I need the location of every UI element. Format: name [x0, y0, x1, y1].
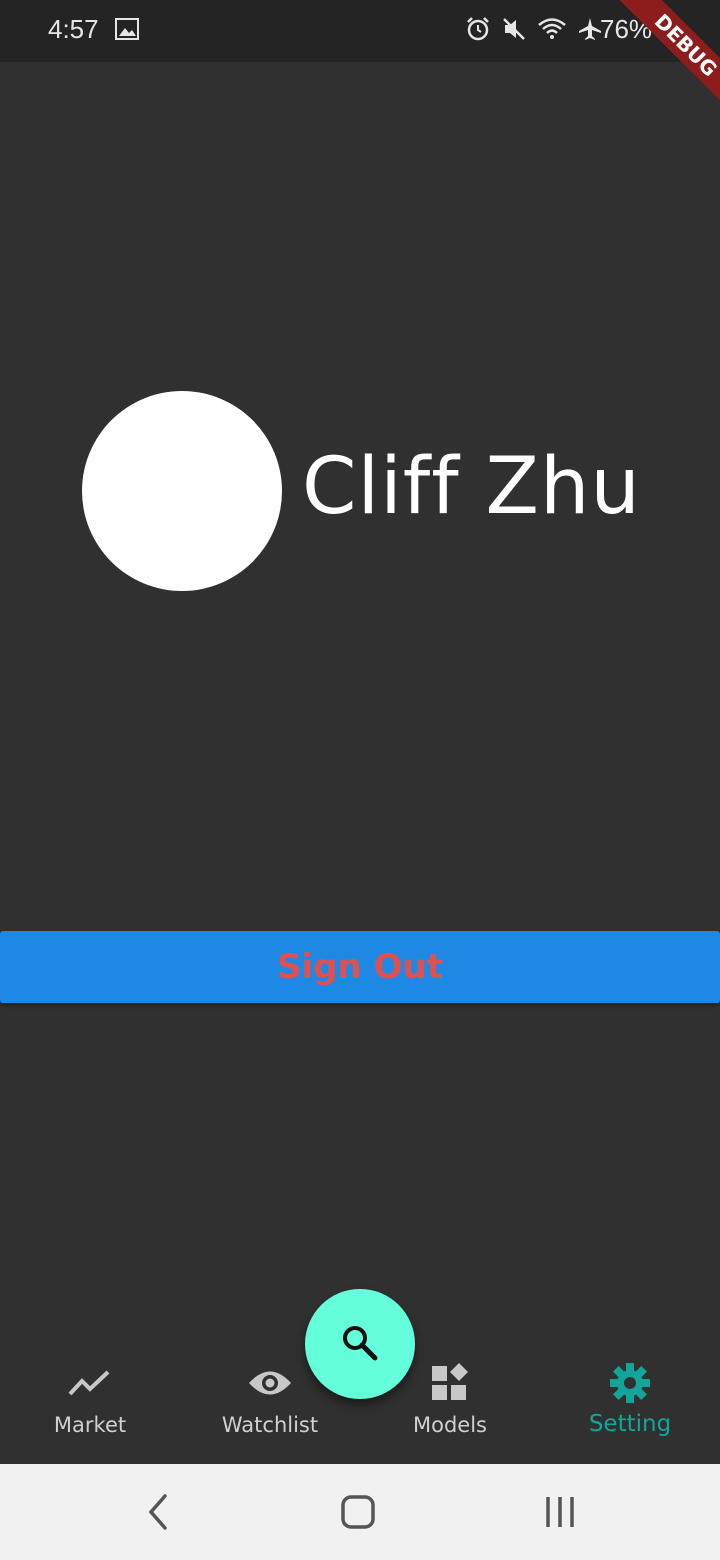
- avatar: [82, 391, 282, 591]
- recents-icon[interactable]: [540, 1492, 580, 1536]
- sign-out-button[interactable]: Sign Out: [0, 931, 720, 1003]
- nav-item-setting[interactable]: Setting: [540, 1345, 720, 1464]
- widgets-icon: [430, 1363, 470, 1403]
- status-icons: [465, 16, 603, 46]
- eye-icon: [247, 1363, 293, 1403]
- search-fab[interactable]: [305, 1289, 415, 1399]
- nav-label-watchlist: Watchlist: [221, 1413, 319, 1437]
- nav-label-setting: Setting: [588, 1411, 672, 1437]
- system-nav-bar: [0, 1464, 720, 1560]
- gear-icon: [609, 1363, 651, 1403]
- wifi-icon: [537, 16, 567, 46]
- nav-label-models: Models: [413, 1413, 487, 1437]
- nav-label-market: Market: [53, 1413, 127, 1437]
- status-bar: 4:57 76% DEBUG: [0, 0, 720, 113]
- nav-item-market[interactable]: Market: [0, 1345, 180, 1464]
- profile-name: Cliff Zhu: [302, 442, 641, 532]
- trending-up-icon: [68, 1363, 112, 1403]
- home-icon[interactable]: [340, 1492, 376, 1536]
- status-time: 4:57: [48, 14, 99, 44]
- search-icon: [340, 1323, 380, 1366]
- alarm-icon: [465, 16, 491, 46]
- gallery-icon: [115, 18, 139, 44]
- mute-icon: [501, 16, 527, 46]
- back-icon[interactable]: [143, 1492, 173, 1536]
